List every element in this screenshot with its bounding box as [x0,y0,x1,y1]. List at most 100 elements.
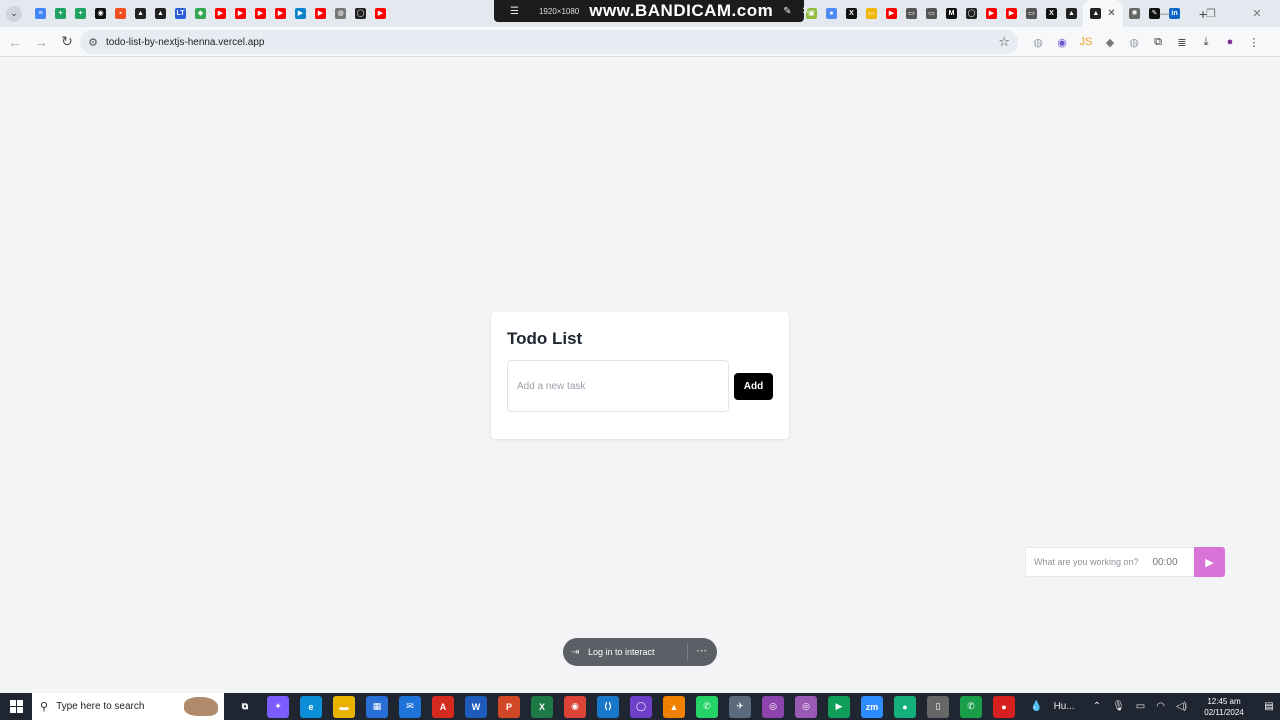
start-button[interactable] [0,693,32,720]
triangle-tab-2[interactable]: ▲ [152,0,169,27]
ext-tab-3[interactable]: ▭ [863,0,880,27]
pen-icon[interactable]: ✎ [783,6,791,17]
more-options-icon[interactable]: ⋯ [696,644,707,657]
maps-tab[interactable]: ◆ [192,0,209,27]
weather-icon[interactable]: 💧 [1030,701,1042,712]
forward-button[interactable]: → [29,30,53,54]
tray-overflow-chevron-icon[interactable]: ⌃ [1093,701,1101,712]
whatsapp-icon[interactable]: ✆ [696,695,718,718]
kebab-menu-icon[interactable]: ⋮ [1246,34,1262,50]
youtube-tab-2[interactable]: ▶ [232,0,249,27]
file-explorer-icon[interactable]: ▬ [333,695,355,718]
reading-list-icon[interactable]: ≣ [1174,34,1190,50]
restore-button[interactable]: ❐ [1188,0,1234,27]
weather-text[interactable]: Hu... [1054,701,1075,712]
youtube-tab[interactable]: ▶ [212,0,229,27]
ext-tab-4[interactable]: ▭ [903,0,920,27]
new-task-input[interactable] [507,360,729,412]
wifi-icon[interactable]: ◠ [1156,701,1165,712]
vlc-icon[interactable]: ▲ [663,695,685,718]
taskbar-clock[interactable]: 12:45 am 02/11/2024 [1198,696,1250,718]
zoom-icon[interactable]: zm [861,695,883,718]
figma-tab[interactable]: ▪ [112,0,129,27]
powerpoint-icon[interactable]: P [498,695,520,718]
url-text[interactable]: todo-list-by-nextjs-henna.vercel.app [106,37,264,48]
youtube-tab-9[interactable]: ▶ [1003,0,1020,27]
ext-tab-6[interactable]: ▭ [1023,0,1040,27]
copilot-icon[interactable]: ✦ [267,695,289,718]
github-desktop-icon[interactable]: ◯ [630,695,652,718]
login-to-interact-pill[interactable]: ⇥ Log in to interact ⋯ [563,638,717,666]
youtube-tab-5[interactable]: ▶ [312,0,329,27]
youtube-tab-8[interactable]: ▶ [983,0,1000,27]
medium-tab[interactable]: M [943,0,960,27]
back-button[interactable]: ← [3,30,27,54]
sheets-tab[interactable]: + [52,0,69,27]
ext-icon-5[interactable]: ◍ [1126,34,1142,50]
store-icon[interactable]: ▦ [366,695,388,718]
x-tab-2[interactable]: X [1043,0,1060,27]
ext-tab-2[interactable]: ● [823,0,840,27]
globe-tab[interactable]: ◍ [332,0,349,27]
close-window-button[interactable]: ✕ [1234,0,1280,27]
ext-icon-1[interactable]: ◍ [1030,34,1046,50]
tab-search-button[interactable]: ⌄ [6,5,22,22]
close-tab-icon[interactable]: ✕ [1107,8,1115,19]
address-bar[interactable]: ⚙ todo-list-by-nextjs-henna.vercel.app ☆ [80,30,1018,54]
bookmark-star-icon[interactable]: ☆ [998,34,1010,50]
youtube-tab-6[interactable]: ▶ [372,0,389,27]
task-view-icon[interactable]: ⧉ [234,695,256,718]
microphone-icon[interactable]: 🎙 [1112,701,1125,712]
triangle-tab-3[interactable]: ▲ [1063,0,1080,27]
profile-avatar[interactable]: ● [1222,34,1238,50]
start-timer-button[interactable]: ▶ [1194,547,1225,577]
acrobat-icon[interactable]: A [432,695,454,718]
site-info-icon[interactable]: ⚙ [86,35,100,49]
edge-icon[interactable]: e [300,695,322,718]
chrome-icon[interactable]: ◉ [564,695,586,718]
app-icon-3[interactable]: ◎ [795,695,817,718]
chatgpt-tab[interactable]: ✺ [1126,0,1143,27]
x-tab[interactable]: X [843,0,860,27]
lt-tab[interactable]: LT [172,0,189,27]
github-tab[interactable]: ◯ [352,0,369,27]
menu-icon[interactable]: ☰ [510,6,519,17]
app-icon-2[interactable]: ◎ [762,695,784,718]
video-tab[interactable]: ▶ [292,0,309,27]
app-tab[interactable]: ◉ [92,0,109,27]
vscode-icon[interactable]: ⟨⟩ [597,695,619,718]
app-icon-4[interactable]: ● [894,695,916,718]
taskbar-search-box[interactable]: ⚲ Type here to search [32,693,224,720]
youtube-tab-4[interactable]: ▶ [272,0,289,27]
mail-icon[interactable]: ✉ [399,695,421,718]
youtube-tab-3[interactable]: ▶ [252,0,269,27]
minimize-button[interactable]: — [1142,0,1188,27]
app-icon-5[interactable]: ▯ [927,695,949,718]
excel-icon[interactable]: X [531,695,553,718]
active-tab[interactable]: ▲ ✕ [1083,0,1123,27]
app-icon-1[interactable]: ✈ [729,695,751,718]
add-task-button[interactable]: Add [734,373,773,400]
docs-tab[interactable]: ≡ [32,0,49,27]
reload-button[interactable]: ↻ [55,30,79,54]
volume-icon[interactable]: ◁) [1176,701,1187,712]
notifications-icon[interactable]: ▤ [1258,701,1280,712]
extensions-puzzle-icon[interactable]: ⧉ [1150,34,1166,50]
ext-icon-3[interactable]: JS [1078,34,1094,50]
login-label[interactable]: Log in to interact [588,647,655,657]
github-tab-2[interactable]: ◯ [963,0,980,27]
ext-tab-5[interactable]: ▭ [923,0,940,27]
ext-icon-4[interactable]: ◆ [1102,34,1118,50]
download-icon[interactable]: ⤓ [1198,34,1214,50]
sheets-tab-2[interactable]: + [72,0,89,27]
recorder-close-icon[interactable]: ✕ [802,6,810,17]
meet-icon[interactable]: ▶ [828,695,850,718]
bandicam-record-icon[interactable]: ● [993,695,1015,718]
whatsapp-business-icon[interactable]: ✆ [960,695,982,718]
triangle-tab[interactable]: ▲ [132,0,149,27]
word-icon[interactable]: W [465,695,487,718]
youtube-tab-7[interactable]: ▶ [883,0,900,27]
time-tracker-task-input[interactable] [1026,548,1146,576]
ext-icon-2[interactable]: ◉ [1054,34,1070,50]
battery-icon[interactable]: ▭ [1136,701,1145,712]
